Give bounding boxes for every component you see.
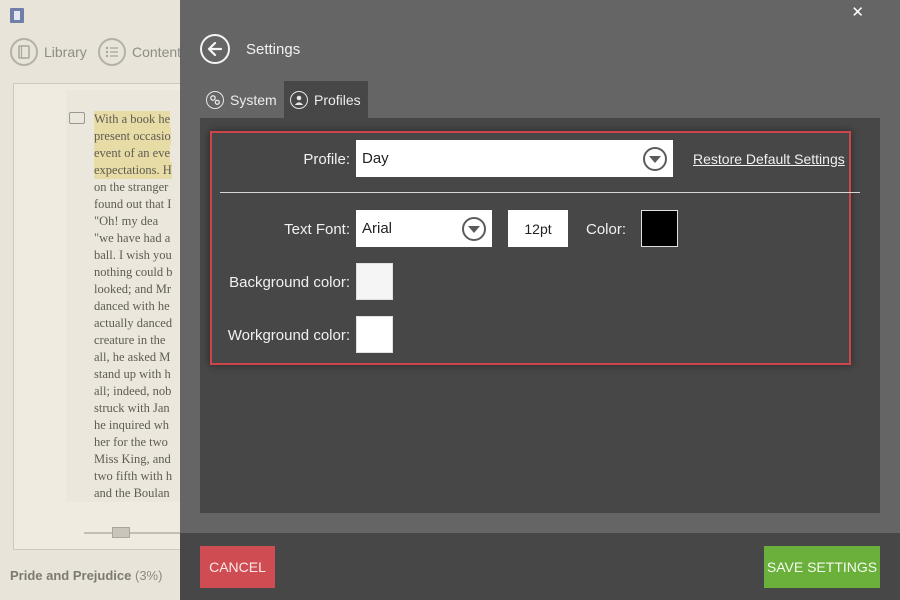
text-line: found out that I [94, 197, 172, 211]
profiles-panel: Profile: Day Restore Default Settings Te… [200, 118, 880, 513]
chevron-down-icon [643, 146, 667, 171]
text-line: struck with Jan [94, 401, 170, 415]
tab-profiles-label: Profiles [314, 91, 361, 108]
text-line: ball. I wish you [94, 248, 172, 262]
text-line: Miss King, and [94, 452, 171, 466]
text-line: nothing could b [94, 265, 173, 279]
tab-system-label: System [230, 91, 277, 108]
text-line: he inquired wh [94, 418, 169, 432]
list-icon [98, 38, 126, 66]
chevron-down-icon [462, 216, 486, 241]
save-settings-button[interactable]: SAVE SETTINGS [764, 546, 880, 588]
profile-label: Profile: [303, 151, 350, 168]
profile-value: Day [362, 150, 389, 167]
book-icon [10, 38, 38, 66]
page-slider-thumb[interactable] [112, 527, 130, 538]
profile-dropdown[interactable]: Day [356, 140, 673, 177]
restore-default-link[interactable]: Restore Default Settings [693, 151, 845, 167]
font-dropdown[interactable]: Arial [356, 210, 492, 247]
library-button[interactable]: Library [10, 37, 87, 67]
text-line: two fifth with h [94, 469, 173, 483]
cancel-button[interactable]: CANCEL [200, 546, 275, 588]
workground-color-label: Workground color: [227, 327, 350, 344]
library-label: Library [44, 44, 87, 60]
gears-icon [206, 90, 224, 109]
close-icon[interactable]: ✕ [851, 3, 864, 21]
text-line: on the stranger [94, 180, 169, 194]
settings-overlay: ✕ Settings System Profiles Profile: Day … [180, 0, 900, 600]
tab-profiles[interactable]: Profiles [284, 81, 368, 118]
app-logo-icon [10, 8, 24, 23]
user-icon [290, 90, 308, 109]
text-line: looked; and Mr [94, 282, 172, 296]
contents-label: Content [132, 44, 182, 60]
font-size-field[interactable]: 12pt [508, 210, 568, 247]
book-text: With a book he present occasio event of … [94, 111, 184, 502]
divider [220, 192, 860, 193]
highlighted-line: present occasio [94, 128, 171, 145]
text-line: danced with he [94, 299, 170, 313]
profile-settings-group: Profile: Day Restore Default Settings Te… [210, 131, 860, 365]
settings-footer: CANCEL SAVE SETTINGS [180, 533, 900, 600]
text-line: stand up with h [94, 367, 171, 381]
text-color-label: Color: [585, 221, 626, 238]
page-title: Settings [246, 41, 301, 58]
highlighted-line: With a book he [94, 111, 171, 128]
book-progress: (3%) [135, 568, 163, 583]
text-font-label: Text Font: [284, 221, 350, 238]
text-line: creature in the [94, 333, 166, 347]
text-line: "we have had a [94, 231, 171, 245]
text-line: her for the two [94, 435, 168, 449]
text-line: and the Boulan [94, 486, 170, 500]
page-slider-track[interactable] [84, 532, 180, 534]
background-color-swatch[interactable] [356, 263, 393, 300]
background-color-label: Background color: [229, 274, 350, 291]
book-title: Pride and Prejudice [10, 568, 132, 583]
workground-color-swatch[interactable] [356, 316, 393, 353]
back-arrow-icon[interactable] [200, 34, 230, 64]
text-line: all; indeed, nob [94, 384, 172, 398]
book-title-bar: Pride and Prejudice (3%) [10, 568, 162, 583]
highlighted-line: event of an eve [94, 145, 171, 162]
text-line: actually danced [94, 316, 173, 330]
highlighted-line: expectations. H [94, 162, 172, 179]
comment-icon[interactable] [69, 112, 85, 124]
text-line: "Oh! my dea [94, 214, 159, 228]
font-value: Arial [362, 220, 393, 237]
text-color-swatch[interactable] [641, 210, 678, 247]
text-line: all, he asked M [94, 350, 171, 364]
contents-button[interactable]: Content [98, 37, 181, 67]
